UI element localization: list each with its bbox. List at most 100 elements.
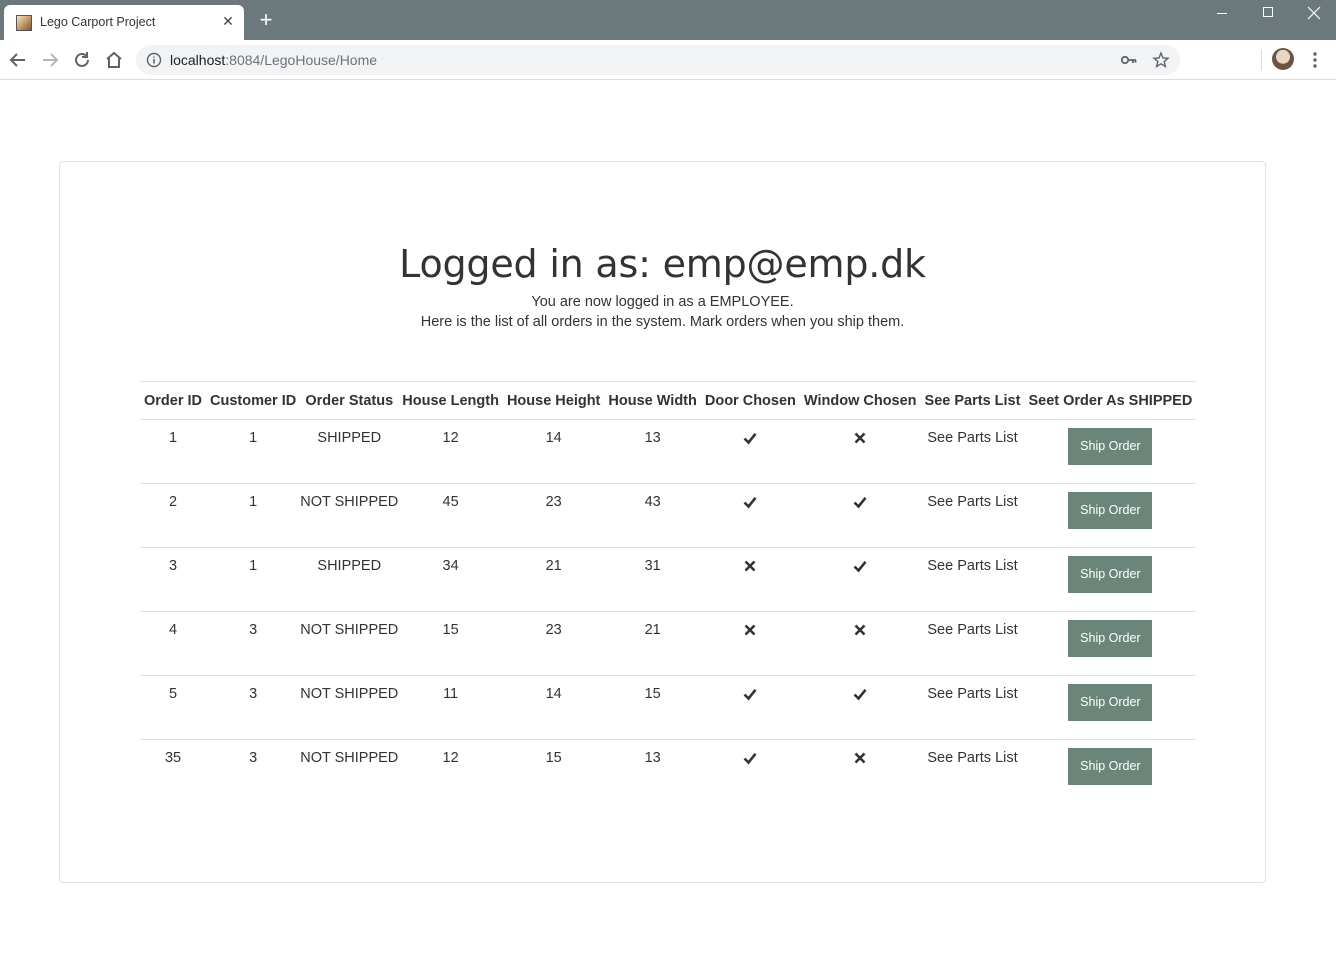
parts-list-cell: See Parts List xyxy=(920,547,1025,612)
door-chosen-cell xyxy=(700,419,800,484)
url-text[interactable]: localhost:8084/LegoHouse/Home xyxy=(170,52,377,68)
orders-table: Order ID Customer ID Order Status House … xyxy=(140,381,1197,804)
header-house-height: House Height xyxy=(502,381,605,420)
check-icon xyxy=(742,686,758,702)
customer-id-cell: 3 xyxy=(206,611,301,676)
address-bar[interactable]: localhost:8084/LegoHouse/Home xyxy=(136,45,1180,75)
window-chosen-cell xyxy=(799,419,921,484)
order-id-cell: 4 xyxy=(140,611,207,676)
house-length-cell: 45 xyxy=(398,483,503,548)
header-house-width: House Width xyxy=(604,381,701,420)
instructions-message: Here is the list of all orders in the sy… xyxy=(420,314,905,330)
see-parts-list-link[interactable]: See Parts List xyxy=(927,686,1017,702)
orders-card: Logged in as: emp@emp.dk You are now log… xyxy=(59,161,1266,883)
house-height-cell: 23 xyxy=(502,611,605,676)
key-icon[interactable] xyxy=(1120,52,1138,68)
door-chosen-cell xyxy=(700,675,800,740)
profile-avatar[interactable] xyxy=(1272,48,1294,70)
house-width-cell: 13 xyxy=(604,419,701,484)
cross-icon xyxy=(852,430,868,446)
table-row: 2 1 NOT SHIPPED 45 23 43 See Parts List Ship Or… xyxy=(140,483,1197,548)
window-chosen-cell xyxy=(799,611,921,676)
ship-order-button[interactable]: Ship Order xyxy=(1068,620,1153,657)
home-icon[interactable] xyxy=(102,48,126,72)
browser-tab[interactable]: Lego Carport Project ✕ xyxy=(4,5,244,40)
window-close-icon[interactable] xyxy=(1291,0,1336,28)
ship-order-button[interactable]: Ship Order xyxy=(1068,748,1153,785)
tab-title: Lego Carport Project xyxy=(40,15,156,29)
order-id-cell: 35 xyxy=(164,750,182,766)
ship-order-button[interactable]: Ship Order xyxy=(1068,556,1153,593)
ship-action-cell: Ship Order xyxy=(1024,611,1197,676)
ship-action-cell: Ship Order xyxy=(1024,483,1197,548)
new-tab-icon[interactable]: + xyxy=(256,9,276,31)
ship-order-button[interactable]: Ship Order xyxy=(1068,428,1153,465)
customer-id-cell: 1 xyxy=(206,419,301,484)
ship-action-cell: Ship Order xyxy=(1024,419,1197,484)
customer-id-cell: 1 xyxy=(206,483,301,548)
house-width-cell: 13 xyxy=(644,750,661,766)
check-icon xyxy=(742,494,758,510)
window-chosen-cell xyxy=(799,547,921,612)
house-width-cell: 43 xyxy=(604,483,701,548)
check-icon xyxy=(742,430,758,446)
house-length-cell: 34 xyxy=(398,547,503,612)
ship-order-button[interactable]: Ship Order xyxy=(1068,492,1153,529)
browser-tab-strip: Lego Carport Project ✕ + xyxy=(0,0,1336,40)
ship-order-button[interactable]: Ship Order xyxy=(1068,684,1153,721)
bookmark-star-icon[interactable] xyxy=(1152,51,1170,69)
door-chosen-cell xyxy=(700,483,800,548)
role-message: You are now logged in as a EMPLOYEE. xyxy=(531,294,794,310)
page-intro: You are now logged in as a EMPLOYEE. Her… xyxy=(60,292,1265,332)
parts-list-cell: See Parts List xyxy=(920,483,1025,548)
order-status-cell: SHIPPED xyxy=(300,547,399,612)
house-width-cell: 31 xyxy=(604,547,701,612)
cross-icon xyxy=(852,750,868,766)
window-maximize-icon[interactable] xyxy=(1245,0,1291,28)
header-window-chosen: Window Chosen xyxy=(799,381,921,420)
house-width-cell: 21 xyxy=(604,611,701,676)
header-ship-action: Seet Order As SHIPPED xyxy=(1024,381,1197,420)
window-chosen-cell xyxy=(800,740,921,804)
door-chosen-cell xyxy=(701,740,800,804)
see-parts-list-link[interactable]: See Parts List xyxy=(927,750,1017,766)
see-parts-list-link[interactable]: See Parts List xyxy=(927,430,1017,446)
site-favicon-icon xyxy=(16,15,32,31)
see-parts-list-link[interactable]: See Parts List xyxy=(927,494,1017,510)
customer-id-cell: 3 xyxy=(206,675,301,740)
header-house-length: House Length xyxy=(398,381,503,420)
parts-list-cell: See Parts List xyxy=(920,675,1025,740)
order-id-cell: 5 xyxy=(140,675,207,740)
table-row: 4 3 NOT SHIPPED 15 23 21 See Parts List Ship Or… xyxy=(140,611,1197,676)
cross-icon xyxy=(742,558,758,574)
house-length-cell: 15 xyxy=(398,611,503,676)
house-length-cell: 11 xyxy=(398,675,503,740)
order-status-cell: NOT SHIPPED xyxy=(300,611,399,676)
house-height-cell: 15 xyxy=(545,750,562,766)
table-header-row: Order ID Customer ID Order Status House … xyxy=(140,381,1197,420)
back-arrow-icon[interactable] xyxy=(6,48,30,72)
window-chosen-cell xyxy=(799,675,921,740)
see-parts-list-link[interactable]: See Parts List xyxy=(927,622,1017,638)
order-status-cell: NOT SHIPPED xyxy=(300,750,399,766)
window-chosen-cell xyxy=(799,483,921,548)
ship-action-cell: Ship Order xyxy=(1024,547,1197,612)
parts-list-cell: See Parts List xyxy=(920,611,1025,676)
table-row: 3 1 SHIPPED 34 21 31 See Parts List Ship Order xyxy=(140,547,1197,612)
toolbar-divider xyxy=(1261,50,1262,70)
header-order-id: Order ID xyxy=(140,381,207,420)
house-height-cell: 21 xyxy=(502,547,605,612)
table-row: 1 1 SHIPPED 12 14 13 See Parts List Ship Order xyxy=(140,419,1197,484)
house-length-cell: 12 xyxy=(398,419,503,484)
more-menu-icon[interactable] xyxy=(1308,50,1322,70)
see-parts-list-link[interactable]: See Parts List xyxy=(927,558,1017,574)
reload-icon[interactable] xyxy=(70,48,94,72)
cross-icon xyxy=(852,622,868,638)
window-minimize-icon[interactable] xyxy=(1199,0,1245,28)
tab-close-icon[interactable]: ✕ xyxy=(220,13,236,29)
site-info-icon[interactable] xyxy=(146,52,162,68)
forward-arrow-icon[interactable] xyxy=(38,48,62,72)
page-title: Logged in as: emp@emp.dk xyxy=(399,242,926,286)
browser-toolbar: localhost:8084/LegoHouse/Home xyxy=(0,40,1336,80)
header-order-status: Order Status xyxy=(300,381,399,420)
